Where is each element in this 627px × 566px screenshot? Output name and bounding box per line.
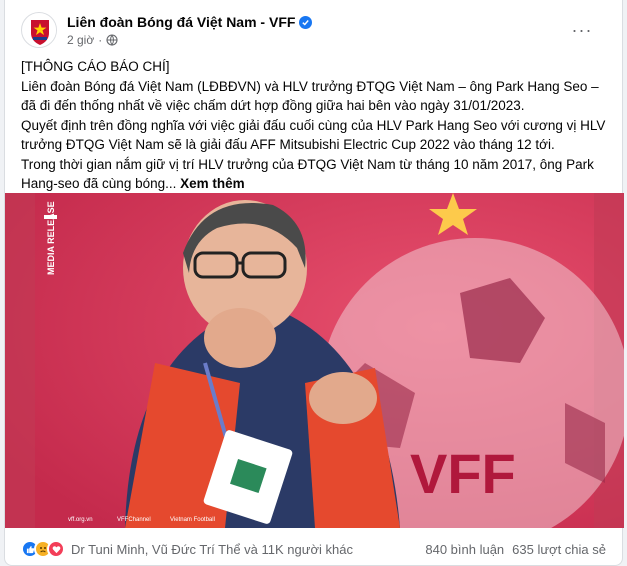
see-more-link[interactable]: Xem thêm	[180, 176, 245, 191]
image-footer-link-2: VFFChannel	[117, 517, 151, 523]
page-name-text[interactable]: Liên đoàn Bóng đá Việt Nam - VFF	[67, 14, 295, 30]
post-line-1: [THÔNG CÁO BÁO CHÍ]	[21, 59, 170, 74]
post-text: [THÔNG CÁO BÁO CHÍ] Liên đoàn Bóng đá Vi…	[21, 57, 611, 194]
post-image[interactable]: VFF MEDIA RELEASE vff.org.vn VFFChannel …	[5, 193, 624, 528]
comment-count[interactable]: 840 bình luận	[425, 542, 504, 557]
post-line-4-text: Trong thời gian nắm giữ vị trí HLV trưởn…	[21, 156, 594, 192]
page-name[interactable]: Liên đoàn Bóng đá Việt Nam - VFF	[67, 14, 313, 30]
post-meta: 2 giờ ·	[67, 33, 118, 47]
post-card: Liên đoàn Bóng đá Việt Nam - VFF 2 giờ ·…	[4, 0, 624, 566]
reaction-bar: Dr Tuni Minh, Vũ Đức Trí Thể và 11K ngườ…	[21, 538, 606, 560]
image-footer-link-1: vff.org.vn	[68, 517, 93, 523]
post-line-3: Quyết định trên đồng nghĩa với việc giải…	[21, 117, 606, 153]
share-count[interactable]: 635 lượt chia sẻ	[512, 542, 606, 557]
verified-badge-icon	[299, 15, 313, 29]
engagement-stats: 840 bình luận 635 lượt chia sẻ	[425, 542, 606, 557]
reactors-text[interactable]: Dr Tuni Minh, Vũ Đức Trí Thể và 11K ngườ…	[71, 542, 353, 557]
post-line-4: Trong thời gian nắm giữ vị trí HLV trưởn…	[21, 155, 611, 194]
globe-icon[interactable]	[106, 34, 118, 46]
more-options-button[interactable]: ···	[568, 18, 596, 42]
vff-logo-icon	[23, 14, 56, 47]
image-footer-link-3: Vietnam Football	[170, 517, 215, 523]
media-release-badge: MEDIA RELEASE	[46, 201, 56, 275]
more-options-icon: ···	[571, 19, 593, 40]
page-avatar[interactable]	[21, 12, 57, 48]
reaction-icons[interactable]	[21, 540, 65, 558]
post-line-2: Liên đoàn Bóng đá Việt Nam (LĐBĐVN) và H…	[21, 78, 599, 114]
post-header: Liên đoàn Bóng đá Việt Nam - VFF 2 giờ ·…	[21, 12, 610, 52]
press-release-photo: VFF MEDIA RELEASE vff.org.vn VFFChannel …	[5, 193, 624, 528]
post-time[interactable]: 2 giờ	[67, 33, 94, 47]
image-vff-logo: VFF	[410, 442, 516, 505]
love-icon	[47, 540, 65, 558]
meta-separator: ·	[98, 33, 103, 47]
